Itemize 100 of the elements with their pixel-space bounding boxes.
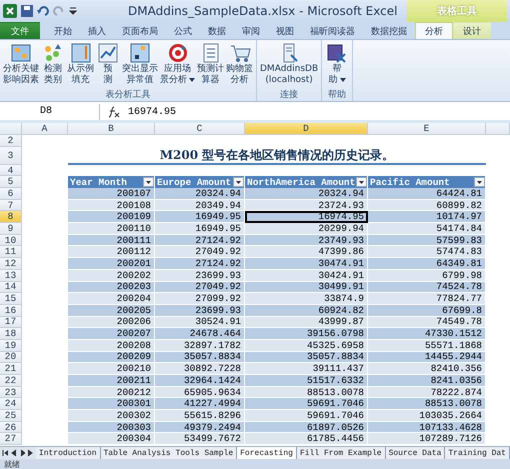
file-tab[interactable]: 文件 bbox=[0, 22, 40, 39]
ribbon-button[interactable]: 分析关键 影响因素 bbox=[2, 40, 40, 90]
table-cell: 61897.0526 bbox=[245, 422, 368, 434]
ribbon-tab[interactable]: 数据 bbox=[200, 22, 234, 39]
ribbon-button[interactable]: 从示例 填充 bbox=[66, 40, 95, 90]
table-cell: 61785.4456 bbox=[245, 433, 368, 446]
table-cell: 53499.7672 bbox=[155, 433, 245, 446]
dropdown-icon bbox=[477, 180, 482, 184]
ribbon-button[interactable]: 购物篮 分析 bbox=[225, 40, 254, 90]
table-cell: 200212 bbox=[68, 386, 155, 398]
ribbon-button[interactable]: 预 测 bbox=[95, 40, 121, 90]
table-cell: 200211 bbox=[68, 375, 155, 387]
row-header[interactable]: 15 bbox=[0, 293, 22, 305]
row-header[interactable]: 11 bbox=[0, 246, 22, 258]
ribbon-tab[interactable]: 开始 bbox=[46, 22, 80, 39]
row-header[interactable]: 10 bbox=[0, 234, 22, 246]
table-cell: 30424.91 bbox=[245, 270, 368, 282]
row-header[interactable]: 8 bbox=[0, 211, 22, 224]
column-header[interactable]: B bbox=[68, 123, 155, 135]
ribbon-tab[interactable]: 分析 bbox=[415, 22, 453, 39]
row-header[interactable]: 13 bbox=[0, 270, 22, 282]
sheet-nav-icon[interactable] bbox=[26, 449, 34, 457]
ribbon-button[interactable]: 帮 助 bbox=[324, 40, 350, 90]
customize-icon[interactable] bbox=[69, 6, 77, 16]
table-cell: 10174.97 bbox=[368, 211, 486, 224]
ribbon-button[interactable]: 预测计 算器 bbox=[196, 40, 225, 90]
filter-button[interactable] bbox=[233, 177, 244, 187]
ribbon-button[interactable]: 应用场 景分析 bbox=[159, 40, 196, 90]
table-cell: 20299.94 bbox=[245, 223, 368, 235]
row-header[interactable]: 5 bbox=[0, 176, 22, 188]
ribbon-tab[interactable]: 插入 bbox=[80, 22, 114, 39]
column-header[interactable]: D bbox=[245, 123, 368, 135]
table-cell: 78222.874 bbox=[368, 386, 486, 398]
row-header[interactable]: 21 bbox=[0, 363, 22, 375]
sheet-tab[interactable]: Source Data bbox=[386, 447, 446, 459]
ribbon-tab[interactable]: 福昕阅读器 bbox=[302, 22, 363, 39]
table-cell: 39156.0798 bbox=[245, 328, 368, 340]
undo-icon[interactable] bbox=[37, 5, 49, 17]
table-cell: 200208 bbox=[68, 340, 155, 352]
row-header[interactable]: 20 bbox=[0, 352, 22, 364]
column-header[interactable]: A bbox=[22, 123, 68, 135]
ribbon-button[interactable]: 突出显示 异常值 bbox=[121, 40, 159, 90]
table-cell: 23699.93 bbox=[155, 304, 245, 317]
table-cell: 200209 bbox=[68, 352, 155, 364]
ribbon-button[interactable]: DMAddinsDB (localhost) bbox=[259, 40, 320, 90]
table-cell: 200112 bbox=[68, 246, 155, 258]
formula-field[interactable]: 16974.95 bbox=[120, 106, 176, 118]
filter-button[interactable] bbox=[474, 177, 485, 187]
table-cell: 23749.93 bbox=[245, 234, 368, 246]
row-header[interactable]: 16 bbox=[0, 304, 22, 317]
ribbon-tab[interactable]: 设计 bbox=[453, 22, 491, 39]
function-icon[interactable] bbox=[106, 106, 120, 118]
table-cell: 200210 bbox=[68, 363, 155, 375]
row-header[interactable]: 23 bbox=[0, 386, 22, 398]
row-header[interactable]: 18 bbox=[0, 328, 22, 340]
table-header-cell: Europe Amount bbox=[155, 176, 245, 188]
row-header[interactable]: 17 bbox=[0, 316, 22, 328]
row-header[interactable]: 14 bbox=[0, 282, 22, 294]
table-cell: 200204 bbox=[68, 293, 155, 305]
row-header[interactable]: 22 bbox=[0, 375, 22, 387]
sheet-tab[interactable]: Table Analysis Tools Sample bbox=[100, 447, 238, 459]
filter-button[interactable] bbox=[143, 177, 154, 187]
sheet-tab[interactable]: Forecasting bbox=[237, 447, 297, 459]
row-header[interactable]: 19 bbox=[0, 340, 22, 352]
column-header[interactable]: E bbox=[368, 123, 486, 135]
row-header[interactable]: 12 bbox=[0, 258, 22, 270]
ribbon-tab[interactable]: 页面布局 bbox=[114, 22, 166, 39]
row-header[interactable]: 26 bbox=[0, 422, 22, 434]
row-header[interactable]: 24 bbox=[0, 398, 22, 410]
save-icon[interactable] bbox=[21, 5, 33, 17]
column-header[interactable]: C bbox=[155, 123, 245, 135]
ribbon-tab[interactable]: 数据挖掘 bbox=[363, 22, 415, 39]
row-header[interactable]: 7 bbox=[0, 200, 22, 212]
grid-icon bbox=[70, 42, 92, 64]
table-cell: 27124.92 bbox=[155, 258, 245, 270]
row-header[interactable]: 3 bbox=[0, 147, 22, 165]
row-header[interactable]: 2 bbox=[0, 135, 22, 147]
sheet-title: M200 型号在各地区销售情况的历史记录。 bbox=[160, 146, 394, 164]
name-box[interactable]: D8 bbox=[0, 104, 100, 120]
sheet-tab[interactable]: Training Dat bbox=[445, 447, 510, 459]
row-header[interactable]: 27 bbox=[0, 433, 22, 446]
ribbon-tab[interactable]: 公式 bbox=[166, 22, 200, 39]
row-header[interactable]: 4 bbox=[0, 165, 22, 176]
table-cell: 30524.91 bbox=[155, 316, 245, 328]
ribbon-button[interactable]: 检测 类别 bbox=[40, 40, 66, 90]
ribbon-tab[interactable]: 审阅 bbox=[234, 22, 268, 39]
sheet-tab[interactable]: Fill From Example bbox=[296, 447, 386, 459]
table-cell: 30892.7228 bbox=[155, 363, 245, 375]
sheet-tab[interactable]: Introduction bbox=[36, 447, 100, 459]
ribbon-tab[interactable]: 视图 bbox=[268, 22, 302, 39]
table-cell: 27099.92 bbox=[155, 293, 245, 305]
table-cell: 200303 bbox=[68, 422, 155, 434]
table-cell: 23699.93 bbox=[155, 270, 245, 282]
table-cell: 16949.95 bbox=[155, 211, 245, 224]
row-header[interactable]: 25 bbox=[0, 410, 22, 422]
table-cell: 200107 bbox=[68, 188, 155, 200]
filter-button[interactable] bbox=[356, 177, 367, 187]
sheet-nav-icon[interactable] bbox=[2, 449, 8, 457]
row-header[interactable]: 6 bbox=[0, 188, 22, 200]
row-header[interactable]: 9 bbox=[0, 223, 22, 235]
